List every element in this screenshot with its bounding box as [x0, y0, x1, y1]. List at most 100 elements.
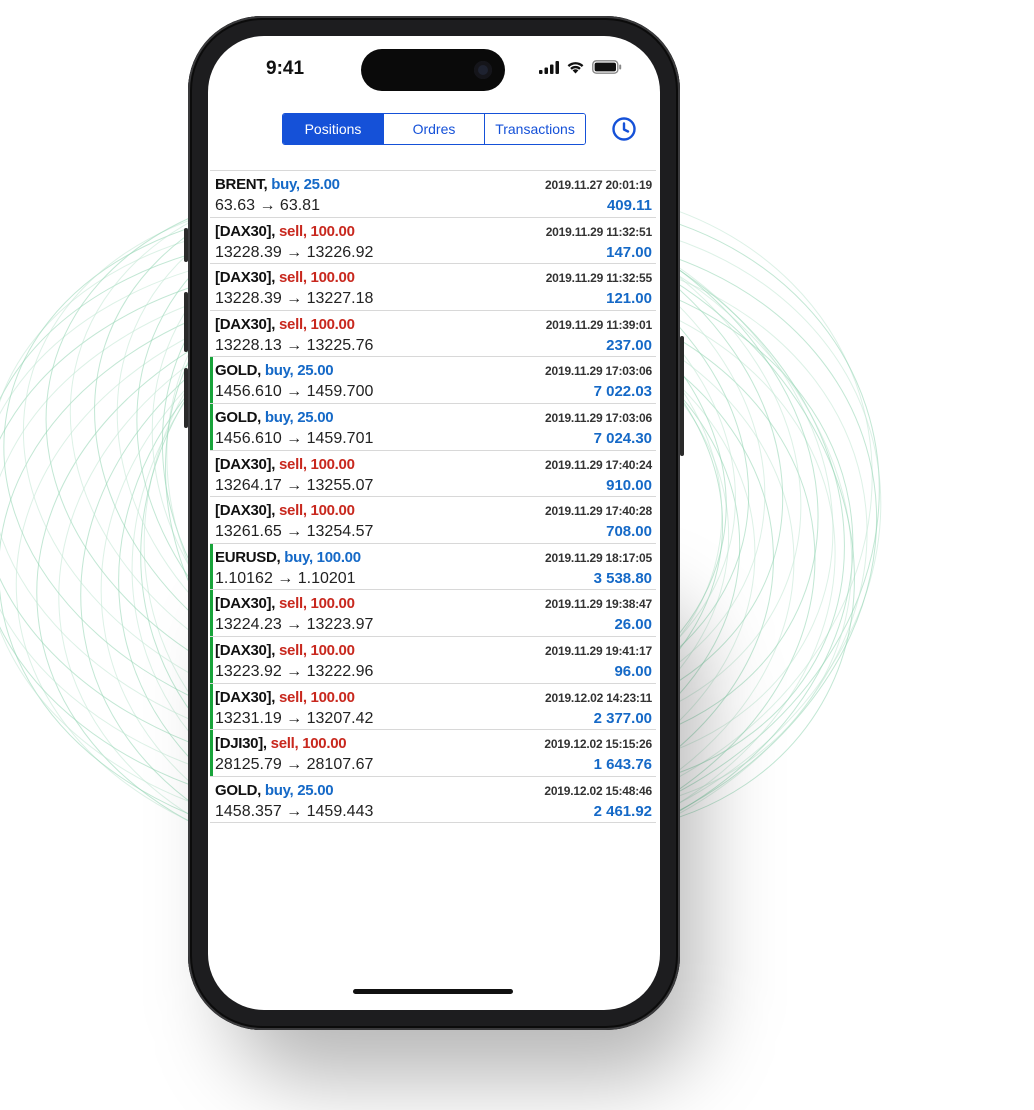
position-row[interactable]: [DAX30], sell, 100.00 2019.11.29 17:40:24… — [210, 451, 656, 498]
open-time: 2019.11.29 18:17:05 — [545, 550, 652, 565]
position-header: [DAX30], sell, 100.00 — [215, 456, 355, 473]
price-change: 1456.610 → 1459.701 — [215, 429, 374, 447]
position-row[interactable]: [DAX30], sell, 100.00 2019.11.29 11:32:51… — [210, 218, 656, 265]
price-change: 28125.79 → 28107.67 — [215, 756, 374, 774]
open-time: 2019.12.02 14:23:11 — [545, 690, 652, 705]
open-time: 2019.11.29 11:32:55 — [545, 271, 653, 286]
status-bar: 9:41 — [208, 36, 660, 116]
position-header: [DAX30], sell, 100.00 — [215, 642, 355, 659]
side-volume-label: sell, 100.00 — [279, 688, 355, 706]
profit-value: 3 538.80 — [593, 569, 652, 587]
volume-up-button — [184, 292, 188, 352]
position-row[interactable]: [DAX30], sell, 100.00 2019.11.29 11:32:55… — [210, 264, 656, 311]
symbol-label: GOLD, — [215, 362, 261, 380]
camera-icon — [474, 61, 492, 79]
symbol-label: [DAX30], — [215, 315, 276, 333]
side-volume-label: buy, 25.00 — [264, 781, 334, 799]
side-volume-label: sell, 100.00 — [270, 735, 347, 753]
tab-transactions[interactable]: Transactions — [485, 114, 585, 144]
side-volume-label: buy, 25.00 — [264, 408, 334, 426]
position-row[interactable]: GOLD, buy, 25.00 2019.11.29 17:03:06 1456.… — [210, 357, 656, 404]
dynamic-island — [361, 49, 505, 91]
symbol-label: GOLD, — [215, 781, 261, 799]
side-volume-label: buy, 25.00 — [264, 362, 334, 380]
open-time: 2019.11.29 17:03:06 — [545, 410, 652, 425]
symbol-label: [DAX30], — [215, 688, 276, 706]
price-change: 1458.357 → 1459.443 — [215, 802, 374, 820]
position-header: [DAX30], sell, 100.00 — [215, 595, 355, 612]
open-time: 2019.12.02 15:15:26 — [544, 737, 652, 752]
position-row[interactable]: [DAX30], sell, 100.00 2019.11.29 17:40:28… — [210, 497, 656, 544]
position-header: GOLD, buy, 25.00 — [215, 408, 334, 426]
open-time: 2019.11.29 19:38:47 — [545, 597, 652, 612]
profit-value: 121.00 — [606, 290, 652, 308]
clock-icon[interactable] — [611, 116, 637, 142]
position-header: GOLD, buy, 25.00 — [215, 781, 334, 799]
symbol-label: GOLD, — [215, 408, 261, 426]
profit-value: 910.00 — [606, 476, 652, 494]
position-header: GOLD, buy, 25.00 — [215, 362, 334, 380]
profit-value: 409.11 — [606, 197, 652, 214]
position-row[interactable]: [DAX30], sell, 100.00 2019.11.29 11:39:01… — [210, 311, 656, 358]
side-volume-label: sell, 100.00 — [279, 269, 355, 287]
position-header: [DAX30], sell, 100.00 — [215, 269, 355, 286]
action-button — [184, 228, 188, 262]
price-change: 1456.610 → 1459.700 — [215, 383, 374, 401]
open-time: 2019.11.29 17:40:28 — [545, 504, 652, 519]
price-change: 13228.39 → 13226.92 — [215, 243, 374, 261]
symbol-label: [DAX30], — [215, 455, 276, 473]
profit-value: 26.00 — [614, 616, 652, 634]
position-row[interactable]: [DAX30], sell, 100.00 2019.12.02 14:23:11… — [210, 683, 656, 731]
position-header: BRENT, buy, 25.00 — [215, 176, 340, 193]
position-row[interactable]: [DJI30], sell, 100.00 2019.12.02 15:15:26… — [210, 730, 656, 777]
phone-frame: 9:41 Positions Ordres Transactions BRENT… — [184, 16, 684, 1030]
position-header: [DAX30], sell, 100.00 — [215, 316, 355, 333]
status-icons — [539, 60, 622, 74]
position-row[interactable]: BRENT, buy, 25.00 2019.11.27 20:01:19 63.6… — [210, 171, 656, 218]
open-time: 2019.11.29 17:03:06 — [545, 364, 652, 379]
tab-ordres[interactable]: Ordres — [384, 114, 485, 144]
symbol-label: [DJI30], — [215, 735, 267, 753]
side-volume-label: sell, 100.00 — [279, 502, 355, 520]
price-change: 13264.17 → 13255.07 — [215, 476, 374, 494]
position-header: [DAX30], sell, 100.00 — [215, 223, 355, 240]
symbol-label: [DAX30], — [215, 595, 276, 613]
profit-value: 96.00 — [614, 662, 652, 680]
wifi-icon — [567, 62, 584, 74]
open-time: 2019.11.29 11:39:01 — [545, 317, 653, 332]
position-row[interactable]: EURUSD, buy, 100.00 2019.11.29 18:17:05 1.… — [210, 543, 656, 591]
side-volume-label: sell, 100.00 — [279, 222, 355, 240]
open-time: 2019.12.02 15:48:46 — [544, 783, 652, 798]
status-time: 9:41 — [266, 58, 305, 79]
profit-value: 2 377.00 — [593, 709, 652, 727]
symbol-label: EURUSD, — [215, 548, 281, 566]
position-row[interactable]: GOLD, buy, 25.00 2019.11.29 17:03:06 1456.… — [210, 403, 656, 451]
price-change: 13223.92 → 13222.96 — [215, 662, 374, 680]
profit-value: 708.00 — [606, 523, 652, 541]
home-indicator[interactable] — [353, 989, 513, 994]
position-header: [DAX30], sell, 100.00 — [215, 502, 355, 519]
profit-value: 1 643.76 — [593, 756, 652, 774]
symbol-label: BRENT, — [215, 176, 268, 193]
side-volume-label: buy, 100.00 — [284, 548, 361, 566]
price-change: 13228.13 → 13225.76 — [215, 336, 374, 354]
open-time: 2019.11.27 20:01:19 — [545, 178, 652, 192]
price-change: 13228.39 → 13227.18 — [215, 290, 374, 308]
symbol-label: [DAX30], — [215, 641, 276, 659]
symbol-label: [DAX30], — [215, 269, 276, 287]
side-volume-label: sell, 100.00 — [279, 315, 355, 333]
position-header: EURUSD, buy, 100.00 — [215, 549, 361, 566]
price-change: 1.10162 → 1.10201 — [215, 569, 356, 587]
position-row[interactable]: [DAX30], sell, 100.00 2019.11.29 19:41:17… — [210, 636, 656, 684]
profit-value: 7 024.30 — [593, 429, 652, 447]
profit-value: 147.00 — [606, 243, 652, 261]
position-row[interactable]: GOLD, buy, 25.00 2019.12.02 15:48:46 1458.… — [210, 777, 656, 824]
screen: 9:41 Positions Ordres Transactions BRENT… — [208, 36, 660, 1010]
tab-positions[interactable]: Positions — [283, 114, 384, 144]
open-time: 2019.11.29 17:40:24 — [545, 457, 652, 472]
side-volume-label: buy, 25.00 — [271, 176, 340, 193]
positions-list: BRENT, buy, 25.00 2019.11.27 20:01:19 63.6… — [210, 170, 656, 824]
symbol-label: [DAX30], — [215, 502, 276, 520]
price-change: 63.63 → 63.81 — [215, 197, 320, 214]
position-row[interactable]: [DAX30], sell, 100.00 2019.11.29 19:38:47… — [210, 590, 656, 637]
